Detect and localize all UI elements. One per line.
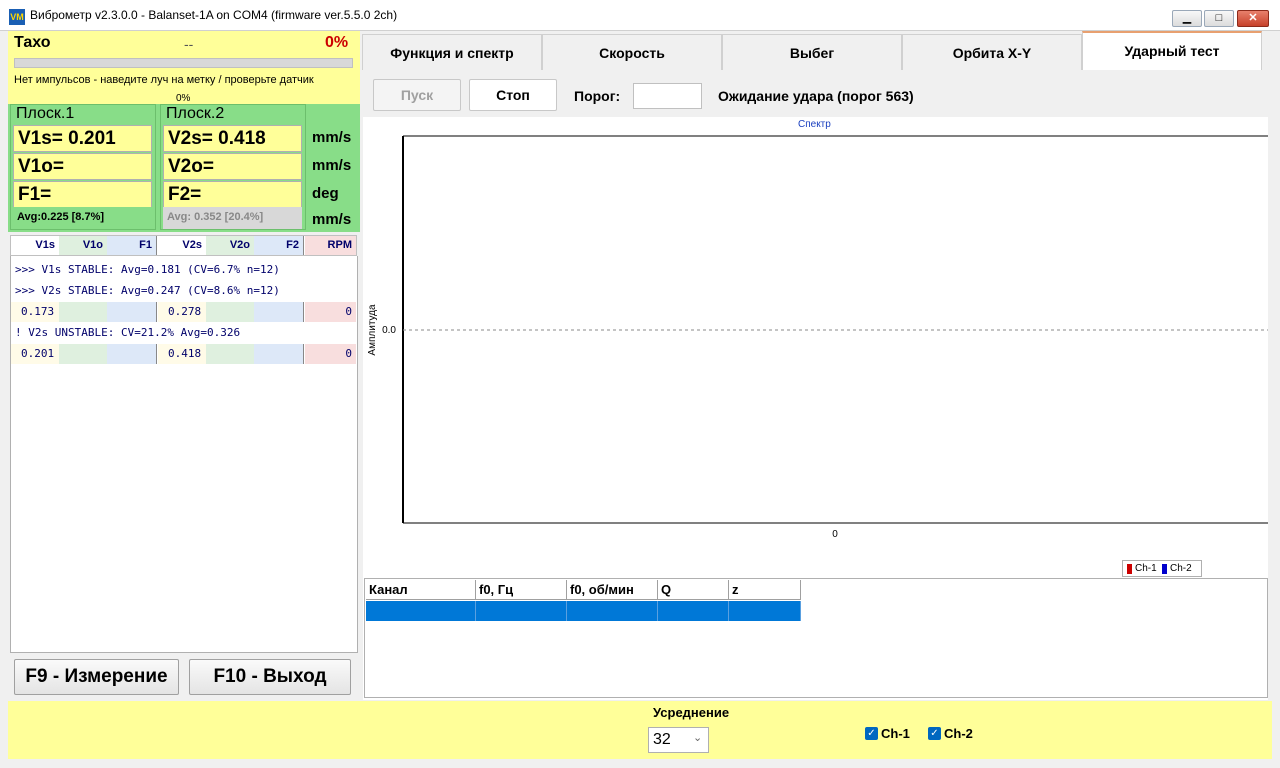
stop-button[interactable]: Стоп — [469, 79, 557, 111]
history-list[interactable]: >>> V1s STABLE: Avg=0.181 (CV=6.7% n=12)… — [10, 256, 358, 653]
spectrum-chart[interactable]: 0.0 0 Амплитуда — [363, 117, 1268, 547]
col-v2o: V2o — [206, 236, 254, 255]
ch2-checkbox[interactable]: ✓ — [928, 727, 941, 740]
row-f1 — [107, 302, 157, 322]
averaging-label: Усреднение — [653, 705, 730, 720]
row-v2s: 0.418 — [158, 344, 206, 364]
maximize-button[interactable]: □ — [1204, 10, 1234, 27]
impact-status: Ожидание удара (порог 563) — [718, 88, 914, 104]
tab-orbit-xy[interactable]: Орбита X-Y — [902, 34, 1082, 70]
plane1-avg: Avg:0.225 [8.7%] — [13, 207, 152, 229]
plane1-title: Плоск.1 — [16, 105, 75, 122]
exit-button[interactable]: F10 - Выход — [189, 659, 351, 695]
y-tick-label: 0.0 — [382, 325, 396, 336]
tab-function-spectrum[interactable]: Функция и спектр — [362, 34, 542, 70]
row-v1s: 0.201 — [11, 344, 59, 364]
app-icon: VM — [9, 9, 25, 25]
plane1-v1o: V1o= — [13, 153, 152, 180]
tab-velocity[interactable]: Скорость — [542, 34, 722, 70]
tab-impact-test[interactable]: Ударный тест — [1082, 31, 1262, 70]
col-channel[interactable]: Канал — [366, 580, 476, 600]
row-rpm: 0 — [305, 344, 356, 364]
history-line: >>> V2s STABLE: Avg=0.247 (CV=8.6% n=12) — [15, 284, 280, 297]
measure-button[interactable]: F9 - Измерение — [14, 659, 179, 695]
close-button[interactable]: ✕ — [1237, 10, 1269, 27]
row-f1 — [107, 344, 157, 364]
legend-label-ch1: Ch-1 — [1135, 563, 1157, 574]
tab-rundown[interactable]: Выбег — [722, 34, 902, 70]
unit-v-o: mm/s — [312, 157, 352, 174]
row-v1o — [59, 302, 107, 322]
unit-phase: deg — [312, 185, 339, 202]
col-q[interactable]: Q — [658, 580, 729, 600]
history-line: >>> V1s STABLE: Avg=0.181 (CV=6.7% n=12) — [15, 263, 280, 276]
col-f2: F2 — [254, 236, 304, 255]
threshold-input[interactable] — [633, 83, 702, 109]
window-title: Виброметр v2.3.0.0 - Balanset-1A on COM4… — [30, 8, 398, 22]
tacho-message: Нет импульсов - наведите луч на метку / … — [14, 74, 314, 86]
unit-avg: mm/s — [312, 211, 352, 228]
ch1-label: Ch-1 — [881, 726, 910, 741]
history-row[interactable]: 0.173 0.278 0 — [11, 302, 357, 322]
table-row-selected[interactable] — [476, 601, 567, 621]
row-v2s: 0.278 — [158, 302, 206, 322]
table-row-selected[interactable] — [567, 601, 658, 621]
row-rpm: 0 — [305, 302, 356, 322]
row-f2 — [254, 302, 304, 322]
col-v1o: V1o — [59, 236, 107, 255]
tab-bar: Функция и спектр Скорость Выбег Орбита X… — [360, 31, 1268, 70]
plane1-f1: F1= — [13, 181, 152, 208]
plane2-f2: F2= — [163, 181, 302, 208]
chart-legend: Ch-1 Ch-2 — [1122, 560, 1202, 577]
tacho-progress-bar — [14, 58, 353, 68]
col-f0-hz[interactable]: f0, Гц — [476, 580, 567, 600]
unit-v-s: mm/s — [312, 129, 352, 146]
col-z[interactable]: z — [729, 580, 801, 600]
bottom-bar — [8, 701, 1272, 759]
col-f1: F1 — [107, 236, 157, 255]
plane2-avg: Avg: 0.352 [20.4%] — [163, 207, 302, 229]
col-rpm: RPM — [305, 236, 356, 255]
tacho-bar-percent: 0% — [176, 93, 191, 104]
plane1-v1s: V1s= 0.201 — [13, 125, 152, 152]
history-row[interactable]: 0.201 0.418 0 — [11, 344, 357, 364]
x-tick-label: 0 — [832, 529, 838, 540]
tacho-percent: 0% — [325, 34, 349, 51]
plane2-v2s: V2s= 0.418 — [163, 125, 302, 152]
threshold-label: Порог: — [574, 88, 621, 104]
chevron-down-icon[interactable]: ⌄ — [693, 731, 702, 744]
plane2-v2o: V2o= — [163, 153, 302, 180]
tacho-value: -- — [184, 36, 194, 52]
legend-swatch-ch1 — [1127, 564, 1132, 574]
table-row-selected[interactable] — [658, 601, 729, 621]
col-v2s: V2s — [158, 236, 206, 255]
y-axis-label: Амплитуда — [367, 304, 378, 356]
tacho-label: Тахо — [14, 34, 51, 51]
row-v2o — [206, 344, 254, 364]
row-v1o — [59, 344, 107, 364]
plane2-title: Плоск.2 — [166, 105, 225, 122]
ch1-checkbox[interactable]: ✓ — [865, 727, 878, 740]
history-warning: ! V2s UNSTABLE: CV=21.2% Avg=0.326 — [15, 326, 241, 339]
col-v1s: V1s — [11, 236, 59, 255]
col-f0-rpm[interactable]: f0, об/мин — [567, 580, 658, 600]
legend-label-ch2: Ch-2 — [1170, 563, 1192, 574]
history-header: V1s V1o F1 V2s V2o F2 RPM — [10, 235, 357, 256]
row-f2 — [254, 344, 304, 364]
table-row-selected[interactable] — [366, 601, 476, 621]
row-v1s: 0.173 — [11, 302, 59, 322]
row-v2o — [206, 302, 254, 322]
table-row-selected[interactable] — [729, 601, 801, 621]
minimize-button[interactable]: ▁ — [1172, 10, 1202, 27]
ch2-label: Ch-2 — [944, 726, 973, 741]
start-button[interactable]: Пуск — [373, 79, 461, 111]
legend-swatch-ch2 — [1162, 564, 1167, 574]
